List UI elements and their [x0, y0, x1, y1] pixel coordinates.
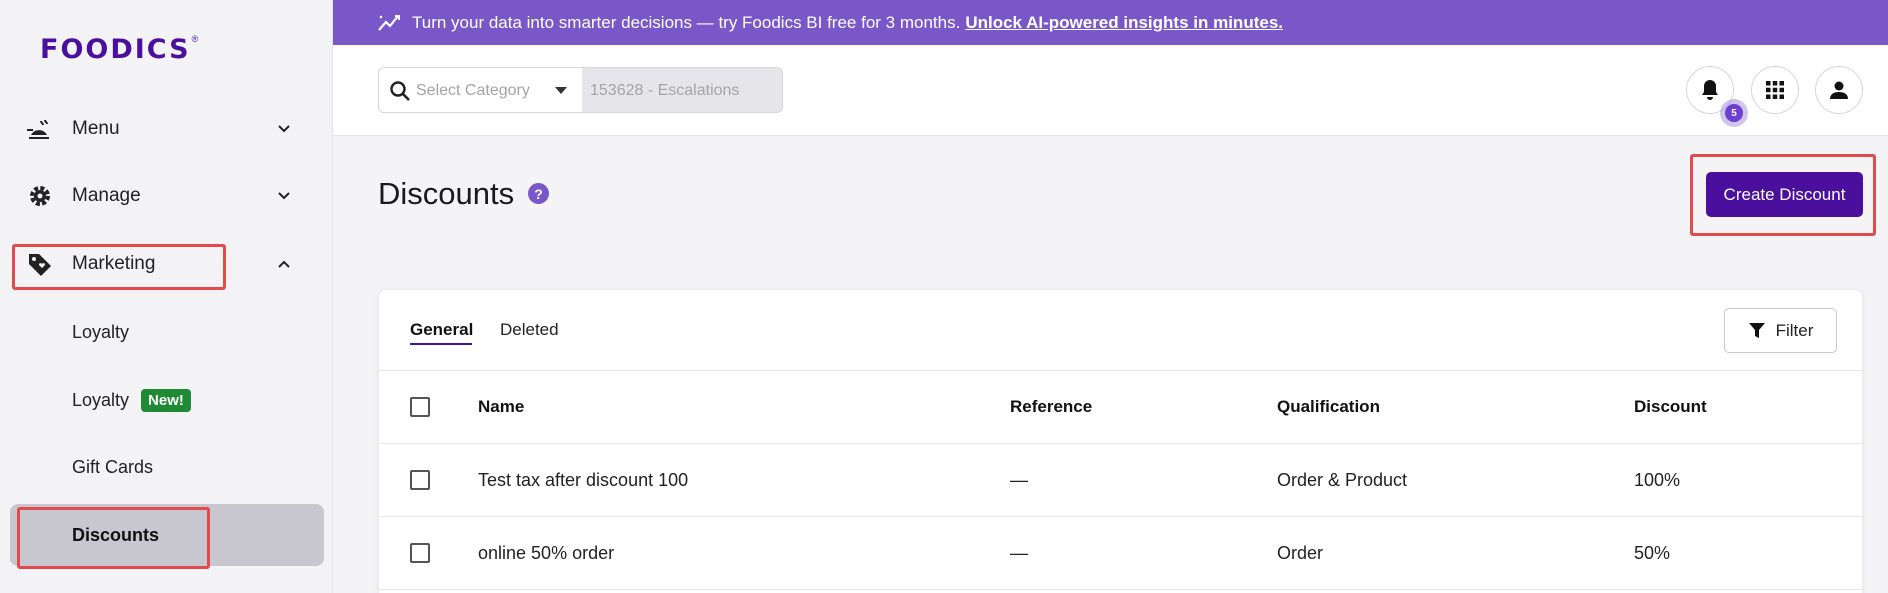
category-search[interactable]: Select Category 153628 - Escalations: [378, 67, 783, 113]
sidebar: FOODICS® Menu Manage Marketing Loyalty L…: [0, 0, 333, 593]
column-header-reference[interactable]: Reference: [1010, 397, 1092, 417]
page-title: Discounts: [378, 176, 515, 211]
new-badge: New!: [141, 389, 191, 412]
cell-qualification: Order: [1277, 543, 1324, 563]
cell-reference: —: [1010, 543, 1028, 563]
cell-reference: —: [1010, 470, 1028, 490]
row-checkbox[interactable]: [410, 543, 430, 563]
caret-down-icon[interactable]: [555, 87, 567, 95]
column-header-qualification[interactable]: Qualification: [1277, 397, 1380, 417]
divider: [379, 516, 1864, 517]
sidebar-subitem-loyalty[interactable]: Loyalty: [72, 322, 129, 343]
user-icon: [1830, 81, 1848, 99]
tab-deleted[interactable]: Deleted: [500, 320, 559, 340]
sidebar-item-manage[interactable]: Manage: [12, 173, 322, 219]
branch-field: 153628 - Escalations: [582, 68, 782, 112]
filter-button[interactable]: Filter: [1724, 308, 1837, 353]
apps-grid-icon: [1766, 81, 1784, 99]
sidebar-item-menu[interactable]: Menu: [12, 106, 322, 152]
notification-count: 5: [1725, 104, 1743, 122]
top-header: Select Category 153628 - Escalations 5: [333, 45, 1888, 136]
help-icon[interactable]: ?: [528, 183, 549, 204]
marketing-highlight-box: [12, 244, 226, 290]
active-tab-indicator: [410, 343, 472, 345]
bell-icon: [1702, 80, 1718, 100]
chevron-up-icon: [278, 260, 290, 268]
category-select-placeholder[interactable]: Select Category: [416, 82, 530, 100]
row-checkbox[interactable]: [410, 470, 430, 490]
search-icon: [390, 81, 410, 101]
logo-registered-mark: ®: [191, 34, 199, 44]
chevron-down-icon: [278, 192, 290, 200]
divider: [379, 589, 1864, 590]
select-all-checkbox[interactable]: [410, 397, 430, 417]
divider: [379, 370, 1864, 371]
cell-discount: 100%: [1634, 470, 1681, 490]
trend-chart-icon: [378, 14, 400, 31]
filter-icon: [1748, 322, 1765, 338]
banner-link[interactable]: Unlock AI-powered insights in minutes.: [965, 13, 1283, 33]
discounts-card: General Deleted Filter Name Reference Qu…: [378, 289, 1864, 593]
banner-text: Turn your data into smarter decisions — …: [412, 12, 961, 32]
column-header-discount[interactable]: Discount: [1634, 397, 1707, 417]
foodics-logo[interactable]: FOODICS®: [40, 34, 210, 65]
cell-qualification: Order & Product: [1277, 470, 1408, 490]
filter-label: Filter: [1775, 320, 1814, 340]
gear-icon: [27, 183, 53, 209]
logo-text: FOODICS: [40, 34, 191, 65]
apps-button[interactable]: [1751, 66, 1799, 114]
promo-banner: Turn your data into smarter decisions — …: [333, 0, 1888, 45]
sidebar-item-label: Menu: [72, 118, 120, 139]
cell-discount: 50%: [1634, 543, 1671, 563]
food-tray-icon: [27, 116, 53, 142]
sidebar-subitem-gift-cards[interactable]: Gift Cards: [72, 457, 153, 478]
create-discount-highlight-box: [1690, 154, 1876, 236]
divider: [379, 443, 1864, 444]
profile-button[interactable]: [1815, 66, 1863, 114]
notification-count-badge: 5: [1720, 99, 1748, 127]
column-header-name[interactable]: Name: [478, 397, 524, 417]
sidebar-subitem-label: Loyalty: [72, 390, 130, 410]
discounts-highlight-box: [17, 507, 210, 569]
cell-name: online 50% order: [478, 543, 615, 563]
cell-name: Test tax after discount 100: [478, 470, 689, 490]
sidebar-subitem-loyalty-new[interactable]: Loyalty New!: [72, 389, 191, 412]
sidebar-item-label: Manage: [72, 185, 141, 206]
tab-general[interactable]: General: [410, 320, 473, 340]
chevron-down-icon: [278, 125, 290, 133]
